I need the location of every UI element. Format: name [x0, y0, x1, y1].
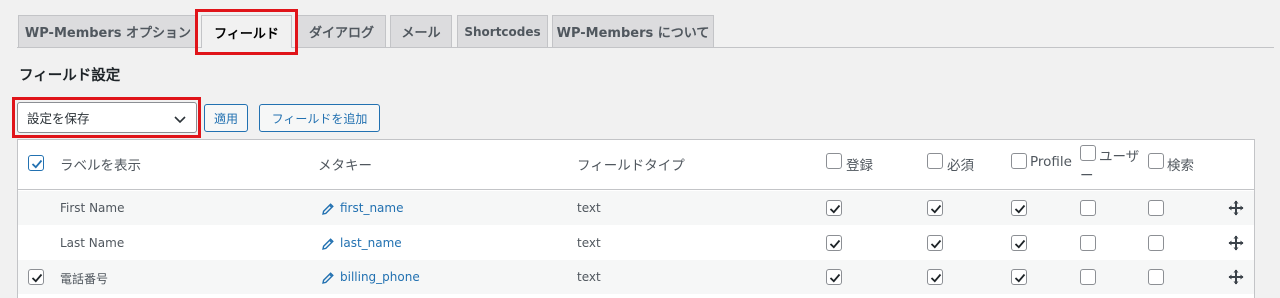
- fields-table: ラベルを表示 メタキー フィールドタイプ 登録 必須 Profile ユーザ ー…: [17, 139, 1255, 298]
- bulk-action-value: 設定を保存: [27, 111, 90, 126]
- row-required-checkbox[interactable]: [927, 269, 943, 285]
- chevron-down-icon: [174, 113, 186, 128]
- row-label: Last Name: [60, 235, 125, 250]
- tab-fields[interactable]: フィールド: [201, 15, 292, 48]
- row-user-checkbox[interactable]: [1080, 234, 1096, 251]
- move-icon[interactable]: [1228, 200, 1244, 220]
- pencil-icon[interactable]: [321, 236, 335, 255]
- nav-tabs: WP-Members オプション フィールド ダイアログ メール Shortco…: [0, 0, 1280, 49]
- row-fieldtype: text: [577, 201, 601, 215]
- col-profile-header: Profile: [1030, 154, 1072, 170]
- required-all-checkbox[interactable]: [927, 153, 943, 169]
- col-label-header[interactable]: ラベルを表示: [60, 154, 141, 174]
- row-profile-checkbox[interactable]: [1011, 269, 1027, 285]
- search-all-checkbox[interactable]: [1148, 153, 1164, 169]
- add-field-button[interactable]: フィールドを追加: [259, 104, 380, 132]
- tab-email[interactable]: メール: [390, 15, 452, 47]
- user-all-checkbox[interactable]: [1080, 145, 1096, 161]
- row-label: First Name: [60, 201, 125, 215]
- row-search-checkbox[interactable]: [1148, 234, 1164, 251]
- col-user-header: ユーザ: [1099, 149, 1140, 165]
- table-row: First Name first_name text: [18, 191, 1254, 225]
- row-register-checkbox[interactable]: [826, 269, 842, 285]
- apply-button[interactable]: 適用: [204, 104, 248, 132]
- tab-shortcodes[interactable]: Shortcodes: [457, 15, 548, 47]
- row-metakey-link[interactable]: first_name: [340, 201, 403, 215]
- col-register-header: 登録: [846, 158, 873, 174]
- tab-wp-members-options[interactable]: WP-Members オプション: [18, 15, 198, 47]
- row-metakey-link[interactable]: billing_phone: [340, 270, 420, 284]
- tab-dialogs[interactable]: ダイアログ: [297, 15, 386, 47]
- register-all-checkbox[interactable]: [826, 153, 842, 169]
- row-required-checkbox[interactable]: [927, 200, 943, 216]
- row-search-checkbox[interactable]: [1148, 200, 1164, 216]
- row-profile-checkbox[interactable]: [1011, 200, 1027, 216]
- row-metakey-link[interactable]: last_name: [340, 236, 402, 250]
- page-title: フィールド設定: [19, 68, 121, 84]
- table-row: Last Name last_name text: [18, 226, 1254, 260]
- row-label: 電話番号: [60, 272, 109, 286]
- table-header: ラベルを表示 メタキー フィールドタイプ 登録 必須 Profile ユーザ ー…: [18, 140, 1254, 190]
- row-user-checkbox[interactable]: [1080, 200, 1096, 216]
- row-profile-checkbox[interactable]: [1011, 234, 1027, 251]
- row-fieldtype: text: [577, 270, 601, 284]
- profile-all-checkbox[interactable]: [1011, 153, 1027, 169]
- pencil-icon[interactable]: [321, 270, 335, 289]
- row-register-checkbox[interactable]: [826, 200, 842, 216]
- bulk-action-select[interactable]: 設定を保存: [17, 102, 197, 133]
- row-select-checkbox[interactable]: [28, 269, 44, 285]
- row-register-checkbox[interactable]: [826, 234, 842, 251]
- row-required-checkbox[interactable]: [927, 234, 943, 251]
- move-icon[interactable]: [1228, 235, 1244, 255]
- row-user-checkbox[interactable]: [1080, 269, 1096, 285]
- row-fieldtype: text: [577, 235, 601, 250]
- col-fieldtype-header[interactable]: フィールドタイプ: [577, 154, 685, 174]
- tab-about[interactable]: WP-Members について: [552, 15, 714, 47]
- row-search-checkbox[interactable]: [1148, 269, 1164, 285]
- col-search-header: 検索: [1167, 158, 1194, 174]
- col-metakey-header[interactable]: メタキー: [318, 154, 372, 174]
- col-user-header-wrap: ー: [1080, 168, 1094, 184]
- select-all-checkbox[interactable]: [28, 155, 44, 171]
- table-row: 電話番号 billing_phone text: [18, 260, 1254, 294]
- col-required-header: 必須: [947, 158, 974, 174]
- move-icon[interactable]: [1228, 269, 1244, 289]
- pencil-icon[interactable]: [321, 201, 335, 220]
